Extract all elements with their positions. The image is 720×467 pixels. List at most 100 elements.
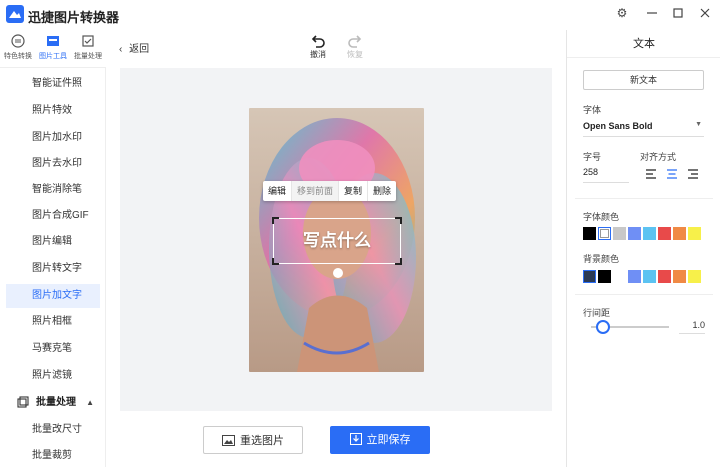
bg-color-swatch[interactable]	[643, 270, 656, 283]
bg-color-swatch-selected[interactable]	[583, 270, 596, 283]
tab-label: 批量处理	[74, 53, 102, 60]
sidebar-item-gif[interactable]: 图片合成GIF	[6, 204, 100, 228]
bg-color-swatch[interactable]	[628, 270, 641, 283]
sidebar-item-add-watermark[interactable]: 图片加水印	[6, 126, 100, 150]
tab-special-convert[interactable]: 特色转换	[1, 34, 35, 66]
undo-label: 撤消	[310, 50, 326, 59]
panel-title: 文本	[567, 30, 720, 58]
font-color-swatch[interactable]	[628, 227, 641, 240]
save-label: 立即保存	[366, 434, 411, 446]
tab-label: 图片工具	[39, 53, 67, 60]
menu-edit[interactable]: 编辑	[263, 181, 293, 201]
sidebar-item-eraser[interactable]: 智能消除笔	[6, 178, 100, 202]
sidebar-item-image-to-text[interactable]: 图片转文字	[6, 257, 100, 281]
chevron-up-icon: ▲	[86, 398, 94, 407]
line-spacing-label: 行间距	[583, 308, 611, 318]
font-size-label: 字号	[583, 152, 602, 162]
app-window: 迅捷图片转换器 ⚙ 特色转换 图片工具 批量处理 智能证件照 照片特效 图片加水…	[0, 0, 720, 467]
redo-button[interactable]: 恢复	[340, 34, 370, 60]
sidebar-item-photo-frame[interactable]: 照片相框	[6, 310, 100, 334]
minimize-icon[interactable]	[644, 5, 660, 21]
text-layer-content[interactable]: 写点什么	[274, 219, 400, 263]
font-select[interactable]: Open Sans Bold ▼	[583, 121, 704, 137]
sidebar-item-photo-filter[interactable]: 照片滤镜	[6, 364, 100, 388]
tool-tabs: 特色转换 图片工具 批量处理	[0, 30, 106, 68]
undo-icon	[311, 35, 325, 48]
batch-icon	[82, 35, 94, 47]
divider	[575, 294, 713, 295]
resize-handle-top-right[interactable]	[395, 217, 402, 224]
bg-color-swatch[interactable]	[658, 270, 671, 283]
sidebar-item-image-edit[interactable]: 图片编辑	[6, 230, 100, 254]
image-icon	[222, 434, 235, 446]
align-left-icon[interactable]	[645, 169, 657, 179]
sidebar-item-batch-resize[interactable]: 批量改尺寸	[6, 418, 100, 442]
line-spacing-slider-knob[interactable]	[596, 320, 610, 334]
reselect-label: 重选图片	[240, 435, 284, 447]
sidebar-group-label: 批量处理	[36, 397, 76, 408]
font-label: 字体	[583, 105, 602, 115]
font-color-label: 字体颜色	[583, 212, 620, 222]
menu-delete[interactable]: 删除	[368, 181, 396, 201]
font-size-input[interactable]: 258	[583, 167, 629, 183]
sidebar-group-batch[interactable]: 批量处理 ▲	[6, 391, 100, 415]
align-center-icon[interactable]	[666, 169, 678, 179]
tab-batch[interactable]: 批量处理	[71, 34, 105, 66]
font-color-swatch[interactable]	[673, 227, 686, 240]
font-color-swatch-selected[interactable]	[598, 227, 611, 240]
download-icon	[349, 433, 362, 446]
app-logo-icon	[6, 5, 24, 23]
sidebar-item-mosaic[interactable]: 马赛克笔	[6, 337, 100, 361]
chevron-down-icon: ▼	[695, 121, 702, 128]
divider	[575, 198, 713, 199]
menu-bring-front[interactable]: 移到前面	[292, 181, 340, 201]
convert-icon	[11, 34, 25, 48]
back-button[interactable]: ‹ 返回	[119, 40, 149, 55]
text-properties-panel: 文本 新文本 字体 Open Sans Bold ▼ 字号 对齐方式 258 字…	[566, 30, 720, 467]
menu-copy[interactable]: 复制	[339, 181, 369, 201]
sidebar-item-photo-effects[interactable]: 照片特效	[6, 99, 100, 123]
text-context-menu: 编辑 移到前面 复制 删除	[263, 181, 397, 201]
sidebar-item-batch-crop[interactable]: 批量裁剪	[6, 444, 100, 467]
font-color-swatch[interactable]	[613, 227, 626, 240]
resize-handle-top-left[interactable]	[272, 217, 279, 224]
bg-color-swatch[interactable]	[688, 270, 701, 283]
settings-icon[interactable]: ⚙	[614, 5, 630, 21]
tab-image-tools[interactable]: 图片工具	[36, 34, 70, 66]
sidebar-item-remove-watermark[interactable]: 图片去水印	[6, 152, 100, 176]
app-title: 迅捷图片转换器	[28, 10, 120, 25]
font-color-swatch[interactable]	[643, 227, 656, 240]
align-label: 对齐方式	[640, 152, 677, 162]
bg-color-swatch[interactable]	[673, 270, 686, 283]
font-value: Open Sans Bold	[583, 121, 653, 131]
image-tools-icon	[47, 36, 59, 46]
back-label: 返回	[129, 44, 150, 55]
text-layer-box[interactable]: 写点什么	[272, 217, 402, 265]
editor-toolbar: ‹ 返回 撤消 恢复	[107, 30, 565, 68]
font-color-swatch[interactable]	[658, 227, 671, 240]
rotate-handle[interactable]	[333, 268, 343, 278]
font-color-swatch[interactable]	[583, 227, 596, 240]
reselect-image-button[interactable]: 重选图片	[203, 426, 303, 454]
align-right-icon[interactable]	[687, 169, 699, 179]
redo-icon	[348, 35, 362, 48]
undo-button[interactable]: 撤消	[303, 34, 333, 60]
sidebar-item-add-text[interactable]: 图片加文字	[6, 284, 100, 308]
new-text-button[interactable]: 新文本	[583, 70, 704, 90]
title-bar: 迅捷图片转换器 ⚙	[0, 0, 720, 30]
bg-color-label: 背景颜色	[583, 254, 620, 264]
tab-label: 特色转换	[4, 53, 32, 60]
bg-color-swatch[interactable]	[598, 270, 611, 283]
resize-handle-bottom-left[interactable]	[272, 258, 279, 265]
resize-handle-bottom-right[interactable]	[395, 258, 402, 265]
chevron-left-icon: ‹	[119, 44, 123, 55]
sidebar: 智能证件照 照片特效 图片加水印 图片去水印 智能消除笔 图片合成GIF 图片编…	[0, 68, 106, 467]
sidebar-item-id-photo[interactable]: 智能证件照	[6, 72, 100, 96]
font-color-swatch[interactable]	[688, 227, 701, 240]
close-icon[interactable]	[697, 5, 713, 21]
maximize-icon[interactable]	[670, 5, 686, 21]
save-button[interactable]: 立即保存	[330, 426, 430, 454]
bg-color-swatch[interactable]	[613, 270, 626, 283]
batch-group-icon	[17, 396, 29, 408]
line-spacing-value[interactable]: 1.0	[679, 320, 705, 334]
